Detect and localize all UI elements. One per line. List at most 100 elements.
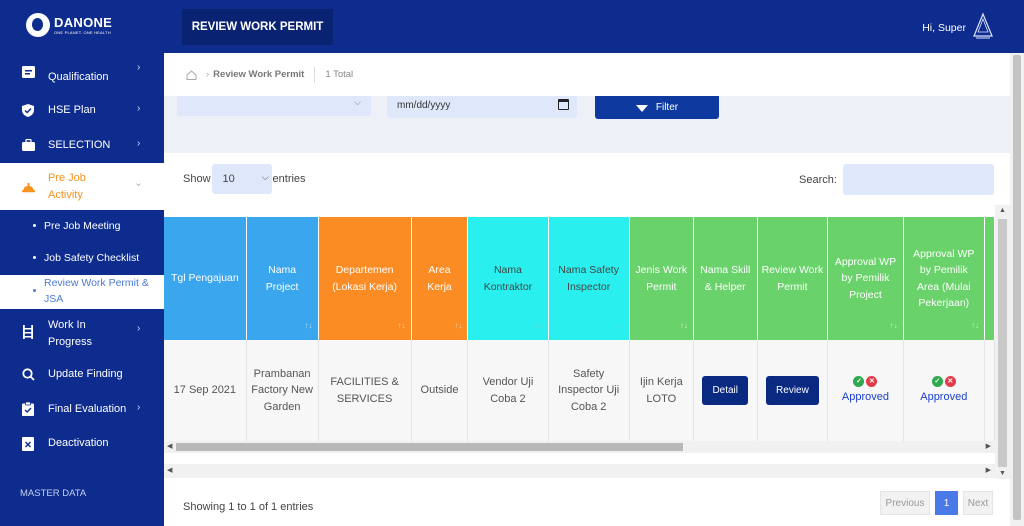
sort-icon[interactable]: ↑↓	[680, 318, 688, 335]
sidebar: Qualification › HSE Plan › SELECTION › P…	[0, 53, 164, 526]
user-greeting[interactable]: Hi, Super	[922, 22, 966, 34]
pagination-previous[interactable]: Previous	[880, 491, 930, 515]
sidebar-item-update-finding[interactable]: Update Finding	[0, 359, 164, 389]
col-header-tgl-pengajuan[interactable]: Tgl Pengajuan	[164, 217, 247, 340]
col-header-review-work-permit[interactable]: Review Work Permit	[757, 217, 829, 340]
cell-tgl-pengajuan: 17 Sep 2021	[164, 340, 247, 441]
sort-icon[interactable]: ↑↓	[971, 318, 979, 335]
sort-icon[interactable]: ↑↓	[305, 318, 313, 335]
sidebar-subitem-pre-job-meeting[interactable]: Pre Job Meeting	[0, 218, 164, 236]
page-tab-review-work-permit[interactable]: REVIEW WORK PERMIT	[182, 9, 333, 45]
col-header-label: Area Kerja	[427, 264, 452, 293]
table-vertical-scrollbar[interactable]: ▲ ▼	[995, 205, 1010, 479]
sidebar-item-work-in-progress[interactable]: Work In Progress ›	[0, 313, 164, 353]
col-header-approval-pemilik-area[interactable]: Approval WP by Pemilik Area (Mulai Peker…	[903, 217, 985, 340]
col-header-label: Tgl Pengajuan	[171, 272, 239, 285]
sort-icon[interactable]: ↑↓	[890, 318, 898, 335]
sidebar-item-hse-plan[interactable]: HSE Plan ›	[0, 93, 164, 128]
scroll-left-icon[interactable]: ◀	[167, 464, 172, 478]
col-header-label: Departemen (Lokasi Kerja)	[332, 264, 397, 293]
bullet-dot-icon	[33, 289, 36, 292]
pagination-next[interactable]: Next	[963, 491, 993, 515]
list-icon	[21, 65, 35, 79]
danone-logo-icon	[26, 13, 50, 37]
sidebar-label-pre-job-activity: Pre Job Activity	[48, 172, 86, 201]
reject-x-icon[interactable]: ✕	[944, 375, 956, 387]
col-header-nama-skill-helper[interactable]: Nama Skill & Helper	[693, 217, 758, 340]
ladder-icon	[21, 325, 35, 339]
approve-check-icon[interactable]: ✓	[931, 375, 943, 387]
outer-horizontal-scrollbar[interactable]: ◀ ▶	[164, 464, 995, 478]
sidebar-subitem-job-safety-checklist[interactable]: Job Safety Checklist	[0, 250, 164, 268]
sidebar-label-work-in-progress: Work In Progress	[48, 319, 93, 348]
col-header-label: Nama Skill & Helper	[700, 264, 751, 293]
col-header-approval-pemilik-project[interactable]: Approval WP by Pemilik Project ↑↓	[827, 217, 904, 340]
brand-tagline: ONE PLANET. ONE HEALTH	[54, 30, 111, 35]
col-header-nama-safety-inspector[interactable]: Nama Safety Inspector ↑↓	[548, 217, 630, 340]
review-button[interactable]: Review	[766, 376, 819, 405]
chevron-right-icon: ›	[137, 138, 141, 149]
pagination-page-1[interactable]: 1	[935, 491, 958, 515]
cell-nama-safety-inspector: Safety Inspector Uji Coba 2	[548, 340, 630, 441]
show-label: Show	[183, 173, 211, 185]
scroll-up-icon[interactable]: ▲	[999, 207, 1006, 214]
scroll-right-icon[interactable]: ▶	[986, 464, 991, 478]
sidebar-item-final-evaluation[interactable]: Final Evaluation ›	[0, 393, 164, 425]
briefcase-icon	[21, 138, 35, 152]
breadcrumb-divider	[314, 66, 316, 83]
chevron-down-icon: ›	[133, 182, 145, 187]
scrollbar-thumb[interactable]	[176, 443, 683, 451]
sidebar-subitem-review-work-permit[interactable]: Review Work Permit & JSA	[0, 275, 164, 309]
chevron-right-icon: ›	[137, 402, 141, 413]
scroll-down-icon[interactable]: ▼	[999, 470, 1006, 477]
search-label: Search:	[799, 173, 837, 186]
scroll-left-icon[interactable]: ◀	[167, 441, 172, 453]
danone-logo[interactable]: DANONE ONE PLANET. ONE HEALTH	[26, 13, 112, 37]
approval-status: Approved	[841, 390, 889, 403]
sort-icon[interactable]: ↑↓	[535, 318, 543, 335]
cell-area-kerja: Outside	[411, 340, 469, 441]
col-header-area-kerja[interactable]: Area Kerja ↑↓	[411, 217, 469, 340]
col-header-label: Nama Kontraktor	[483, 264, 533, 293]
col-header-departemen[interactable]: Departemen (Lokasi Kerja) ↑↓	[318, 217, 412, 340]
user-avatar-emblem-icon[interactable]	[972, 12, 994, 40]
archive-icon	[21, 437, 35, 451]
col-header-jenis-work-permit[interactable]: Jenis Work Permit ↑↓	[629, 217, 694, 340]
filter-button[interactable]: Filter	[595, 96, 719, 119]
chevron-down-icon: ⌵	[354, 97, 361, 107]
entries-length-control: Show 10 ⌵ entries	[183, 164, 306, 194]
table-scroll-area[interactable]: Tgl Pengajuan Nama Project ↑↓ Departemen …	[164, 217, 995, 455]
table-horizontal-scrollbar[interactable]: ◀ ▶	[164, 441, 995, 453]
sort-icon[interactable]: ↑↓	[398, 318, 406, 335]
sort-icon[interactable]: ↑↓	[454, 318, 462, 335]
date-filter-input[interactable]: mm/dd/yyyy	[387, 96, 577, 118]
home-icon[interactable]	[186, 69, 197, 80]
window-vertical-scrollbar[interactable]	[1010, 53, 1024, 526]
sidebar-item-pre-job-activity[interactable]: Pre Job Activity ›	[0, 163, 164, 210]
sidebar-item-qualification[interactable]: Qualification ›	[0, 58, 164, 93]
sidebar-label-selection: SELECTION	[48, 139, 111, 151]
sidebar-subitem-label: Job Safety Checklist	[44, 252, 140, 264]
cell-departemen: FACILITIES & SERVICES	[318, 340, 412, 441]
chevron-right-icon: ›	[137, 323, 141, 334]
detail-button[interactable]: Detail	[702, 376, 749, 405]
approve-check-icon[interactable]: ✓	[853, 375, 865, 387]
bullet-dot-icon	[33, 256, 36, 259]
calendar-icon[interactable]	[558, 99, 569, 110]
bullet-dot-icon	[33, 224, 36, 227]
filter-select[interactable]: ⌵	[177, 96, 371, 116]
sort-icon[interactable]: ↑↓	[616, 318, 624, 335]
date-placeholder: mm/dd/yyyy	[397, 100, 451, 111]
search-input[interactable]	[842, 164, 994, 195]
reject-x-icon[interactable]: ✕	[866, 375, 878, 387]
scrollbar-thumb[interactable]	[998, 219, 1007, 467]
scroll-right-icon[interactable]: ▶	[986, 441, 991, 453]
sidebar-item-selection[interactable]: SELECTION ›	[0, 128, 164, 163]
col-header-nama-project[interactable]: Nama Project ↑↓	[246, 217, 319, 340]
entries-select[interactable]: 10 ⌵	[211, 164, 272, 194]
sidebar-item-deactivation[interactable]: Deactivation	[0, 429, 164, 459]
scrollbar-thumb[interactable]	[1013, 55, 1021, 520]
main-content: › Review Work Permit 1 Total ⌵ mm/dd/yyy…	[164, 53, 1010, 526]
col-header-nama-kontraktor[interactable]: Nama Kontraktor ↑↓	[467, 217, 549, 340]
cell-approval-area: ✓ ✕ Approved	[903, 340, 985, 441]
